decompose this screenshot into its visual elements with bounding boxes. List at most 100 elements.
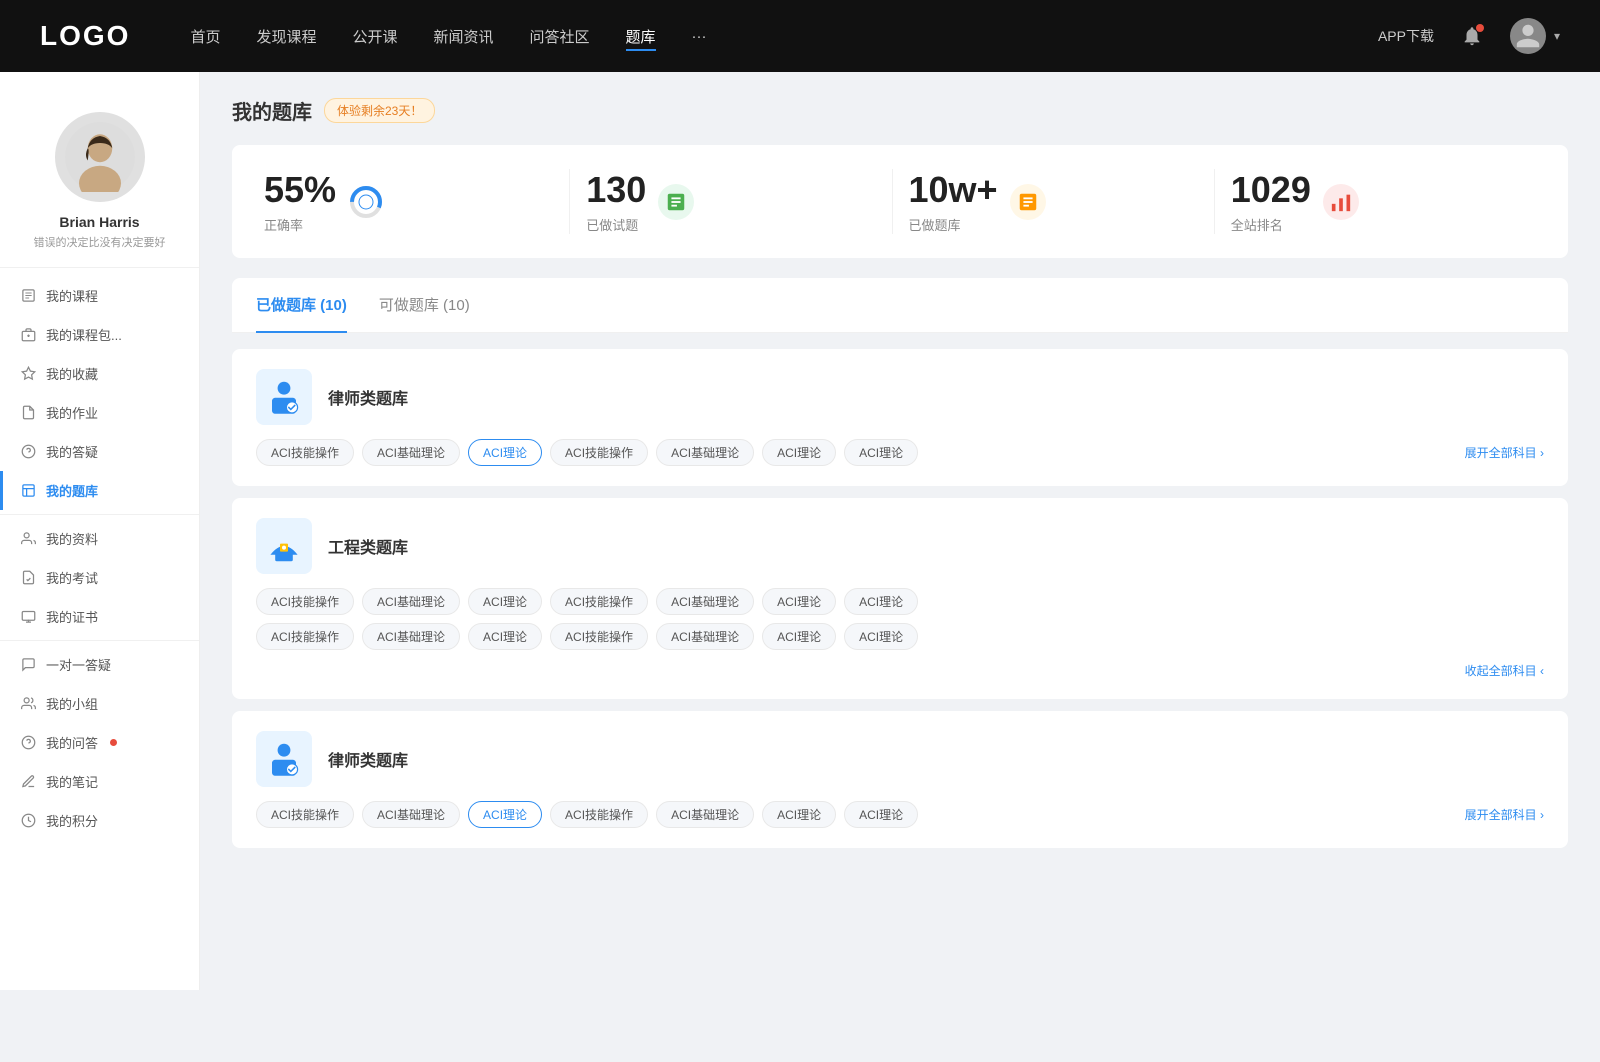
notification-dot xyxy=(1476,24,1484,32)
star-icon xyxy=(20,366,36,382)
sidebar-divider-1 xyxy=(0,514,199,515)
sidebar-label-material: 我的资料 xyxy=(46,529,98,548)
nav-discover[interactable]: 发现课程 xyxy=(256,22,316,51)
bank-tag[interactable]: ACI基础理论 xyxy=(656,801,754,828)
bank-tag[interactable]: ACI基础理论 xyxy=(362,439,460,466)
bank-tag[interactable]: ACI基础理论 xyxy=(656,588,754,615)
cert-icon xyxy=(20,609,36,625)
page-title: 我的题库 xyxy=(232,96,312,125)
bank-tag[interactable]: ACI理论 xyxy=(844,588,918,615)
sidebar-label-cert: 我的证书 xyxy=(46,607,98,626)
bank-tag[interactable]: ACI技能操作 xyxy=(256,801,354,828)
tab-todo[interactable]: 可做题库 (10) xyxy=(379,278,470,333)
bank-tag[interactable]: ACI理论 xyxy=(762,588,836,615)
sidebar-item-material[interactable]: 我的资料 xyxy=(0,519,199,558)
bank-tag[interactable]: ACI基础理论 xyxy=(656,439,754,466)
material-icon xyxy=(20,531,36,547)
bank-tag[interactable]: ACI理论 xyxy=(844,623,918,650)
bank-tag[interactable]: ACI技能操作 xyxy=(550,801,648,828)
nav-qa[interactable]: 问答社区 xyxy=(530,22,590,51)
bank-tag[interactable]: ACI理论 xyxy=(468,588,542,615)
bank-tag[interactable]: ACI技能操作 xyxy=(256,623,354,650)
chart-red-icon xyxy=(1323,184,1359,220)
sidebar-label-package: 我的课程包... xyxy=(46,325,122,344)
stat-value-done: 130 已做试题 xyxy=(586,169,646,234)
sidebar-item-cert[interactable]: 我的证书 xyxy=(0,597,199,636)
sidebar-item-collect[interactable]: 我的收藏 xyxy=(0,354,199,393)
bank-tag[interactable]: ACI基础理论 xyxy=(362,801,460,828)
sidebar-item-homework[interactable]: 我的作业 xyxy=(0,393,199,432)
bank-tags-row-2: ACI技能操作 ACI基础理论 ACI理论 ACI技能操作 ACI基础理论 AC… xyxy=(256,623,1544,650)
sidebar-item-exam[interactable]: 我的考试 xyxy=(0,558,199,597)
question-icon xyxy=(20,444,36,460)
tabs-bar: 已做题库 (10) 可做题库 (10) xyxy=(232,278,1568,333)
notification-bell[interactable] xyxy=(1458,22,1486,50)
bank-icon xyxy=(20,483,36,499)
bank-tag[interactable]: ACI基础理论 xyxy=(362,623,460,650)
logo: LOGO xyxy=(40,20,130,52)
sidebar-item-oneone[interactable]: 一对一答疑 xyxy=(0,645,199,684)
sidebar-item-qa[interactable]: 我的问答 xyxy=(0,723,199,762)
bank-tag[interactable]: ACI理论 xyxy=(844,801,918,828)
nav-news[interactable]: 新闻资讯 xyxy=(434,22,494,51)
nav-more[interactable]: ··· xyxy=(692,24,707,49)
bank-tag[interactable]: ACI技能操作 xyxy=(256,439,354,466)
stat-done-banks: 10w+ 已做题库 xyxy=(893,169,1215,234)
bank-name-engineer: 工程类题库 xyxy=(328,534,408,558)
bank-tag[interactable]: ACI理论 xyxy=(844,439,918,466)
sidebar-item-points[interactable]: 我的积分 xyxy=(0,801,199,840)
nav-home[interactable]: 首页 xyxy=(190,22,220,51)
bank-collapse-engineer[interactable]: 收起全部科目 ‹ xyxy=(256,662,1544,679)
qa-icon xyxy=(20,735,36,751)
stat-correct-rate: 55% 正确率 xyxy=(264,169,570,234)
sidebar-label-points: 我的积分 xyxy=(46,811,98,830)
bank-tag[interactable]: ACI理论 xyxy=(762,623,836,650)
sidebar-item-package[interactable]: 我的课程包... xyxy=(0,315,199,354)
nav-bank[interactable]: 题库 xyxy=(626,22,656,51)
nav-links: 首页 发现课程 公开课 新闻资讯 问答社区 题库 ··· xyxy=(190,22,1378,51)
bank-expand-3[interactable]: 展开全部科目 › xyxy=(1465,806,1544,823)
bank-tags-3: ACI技能操作 ACI基础理论 ACI理论 ACI技能操作 ACI基础理论 AC… xyxy=(256,801,1544,828)
app-download-link[interactable]: APP下载 xyxy=(1378,26,1434,46)
sidebar-item-bank[interactable]: 我的题库 xyxy=(0,471,199,510)
bank-card-header-3: 律师类题库 xyxy=(256,731,1544,787)
tab-done[interactable]: 已做题库 (10) xyxy=(256,278,347,333)
bank-tag[interactable]: ACI技能操作 xyxy=(550,588,648,615)
bank-tag[interactable]: ACI技能操作 xyxy=(550,439,648,466)
bank-name-lawyer-1: 律师类题库 xyxy=(328,385,408,409)
bank-tags-row-1: ACI技能操作 ACI基础理论 ACI理论 ACI技能操作 ACI基础理论 AC… xyxy=(256,588,1544,615)
user-avatar-wrap[interactable]: ▾ xyxy=(1510,18,1560,54)
chevron-down-icon: ▾ xyxy=(1554,29,1560,43)
course-icon xyxy=(20,288,36,304)
bank-card-lawyer-1: 律师类题库 ACI技能操作 ACI基础理论 ACI理论 ACI技能操作 ACI基… xyxy=(232,349,1568,486)
bank-tag[interactable]: ACI理论 xyxy=(762,439,836,466)
bank-card-lawyer-2: 律师类题库 ACI技能操作 ACI基础理论 ACI理论 ACI技能操作 ACI基… xyxy=(232,711,1568,848)
bank-tag[interactable]: ACI基础理论 xyxy=(656,623,754,650)
sidebar-label-homework: 我的作业 xyxy=(46,403,98,422)
bank-expand-1[interactable]: 展开全部科目 › xyxy=(1465,444,1544,461)
sidebar-item-note[interactable]: 我的笔记 xyxy=(0,762,199,801)
sidebar-item-course[interactable]: 我的课程 xyxy=(0,276,199,315)
bank-tag-active[interactable]: ACI理论 xyxy=(468,439,542,466)
bank-tag[interactable]: ACI理论 xyxy=(468,623,542,650)
group-icon xyxy=(20,696,36,712)
sidebar-item-question[interactable]: 我的答疑 xyxy=(0,432,199,471)
lawyer-icon-1 xyxy=(256,369,312,425)
stat-ranking: 1029 全站排名 xyxy=(1215,169,1536,234)
bank-card-header-1: 律师类题库 xyxy=(256,369,1544,425)
stat-done-questions: 130 已做试题 xyxy=(570,169,892,234)
sidebar: Brian Harris 错误的决定比没有决定要好 我的课程 我的课程包... … xyxy=(0,72,200,990)
sidebar-menu: 我的课程 我的课程包... 我的收藏 我的作业 我的答疑 我的题库 xyxy=(0,268,199,848)
bank-tag-active-3[interactable]: ACI理论 xyxy=(468,801,542,828)
bank-tag[interactable]: ACI理论 xyxy=(762,801,836,828)
bank-tag[interactable]: ACI基础理论 xyxy=(362,588,460,615)
sidebar-label-question: 我的答疑 xyxy=(46,442,98,461)
avatar xyxy=(55,112,145,202)
sidebar-label-collect: 我的收藏 xyxy=(46,364,98,383)
sidebar-item-group[interactable]: 我的小组 xyxy=(0,684,199,723)
stat-value-correct: 55% 正确率 xyxy=(264,169,336,234)
bank-tag[interactable]: ACI技能操作 xyxy=(550,623,648,650)
bank-tag[interactable]: ACI技能操作 xyxy=(256,588,354,615)
lawyer-icon-2 xyxy=(256,731,312,787)
nav-opencourse[interactable]: 公开课 xyxy=(352,22,397,51)
